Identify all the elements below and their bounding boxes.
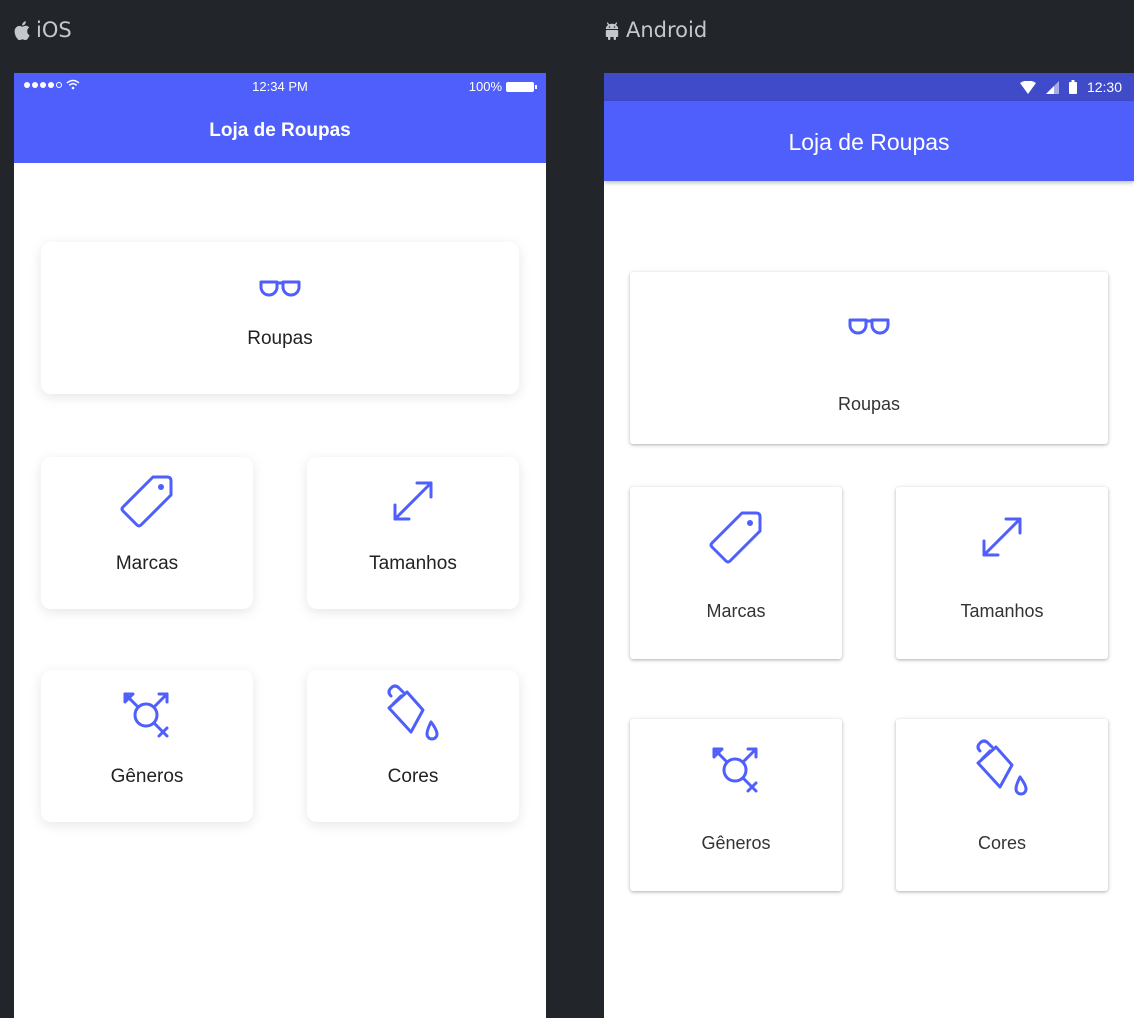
resize-arrow-icon: [393, 481, 433, 521]
glasses-icon: [259, 280, 301, 297]
signal-icon: [1045, 80, 1059, 94]
glasses-icon: [848, 318, 890, 335]
ios-status-bar: 12:34 PM 100%: [14, 73, 546, 101]
android-screen: 12:30 Loja de Roupas Roupas Marcas Taman…: [604, 73, 1134, 1018]
ios-screen: 12:34 PM 100% Loja de Roupas Roupas Marc…: [14, 73, 546, 1018]
ios-navigation-bar: 12:34 PM 100% Loja de Roupas: [14, 73, 546, 163]
gender-icon: [123, 692, 169, 738]
tag-icon: [709, 511, 762, 564]
generos-label: Gêneros: [701, 833, 771, 853]
paint-bucket-icon: [976, 739, 1028, 796]
roupas-label: Roupas: [837, 394, 901, 414]
generos-card[interactable]: Gêneros: [41, 670, 253, 822]
tag-icon: [120, 475, 173, 528]
android-status-bar: 12:30: [604, 73, 1134, 101]
roupas-label: Roupas: [247, 328, 313, 349]
marcas-label: Marcas: [115, 553, 179, 574]
battery-icon: [506, 81, 537, 92]
tamanhos-card[interactable]: Tamanhos: [307, 457, 519, 609]
generos-card[interactable]: Gêneros: [630, 719, 842, 891]
android-icon: [605, 21, 619, 40]
generos-label: Gêneros: [110, 766, 184, 787]
android-page-title: Loja de Roupas: [788, 129, 950, 155]
roupas-card[interactable]: Roupas: [41, 242, 519, 394]
android-status-time: 12:30: [1086, 79, 1122, 95]
gender-icon: [712, 747, 758, 793]
cores-label: Cores: [977, 833, 1026, 853]
android-platform-label: Android: [604, 18, 707, 42]
android-toolbar: Loja de Roupas: [604, 101, 1134, 181]
marcas-card[interactable]: Marcas: [630, 487, 842, 659]
ios-battery-percent: 100%: [468, 79, 502, 94]
ios-status-time: 12:34 PM: [252, 79, 308, 94]
paint-bucket-icon: [387, 684, 439, 741]
wifi-icon: [1019, 80, 1036, 94]
cores-card[interactable]: Cores: [307, 670, 519, 822]
tamanhos-label: Tamanhos: [369, 553, 457, 574]
ios-page-title: Loja de Roupas: [209, 120, 351, 141]
apple-icon: [14, 20, 30, 40]
tamanhos-label: Tamanhos: [960, 601, 1044, 621]
battery-icon: [1068, 80, 1077, 94]
resize-arrow-icon: [982, 517, 1022, 557]
roupas-card[interactable]: Roupas: [630, 272, 1108, 444]
ios-label-text: iOS: [36, 18, 72, 42]
tamanhos-card[interactable]: Tamanhos: [896, 487, 1108, 659]
marcas-label: Marcas: [706, 601, 766, 621]
cores-card[interactable]: Cores: [896, 719, 1108, 891]
marcas-card[interactable]: Marcas: [41, 457, 253, 609]
cores-label: Cores: [387, 766, 439, 787]
ios-platform-label: iOS: [14, 18, 72, 42]
android-label-text: Android: [626, 18, 708, 42]
